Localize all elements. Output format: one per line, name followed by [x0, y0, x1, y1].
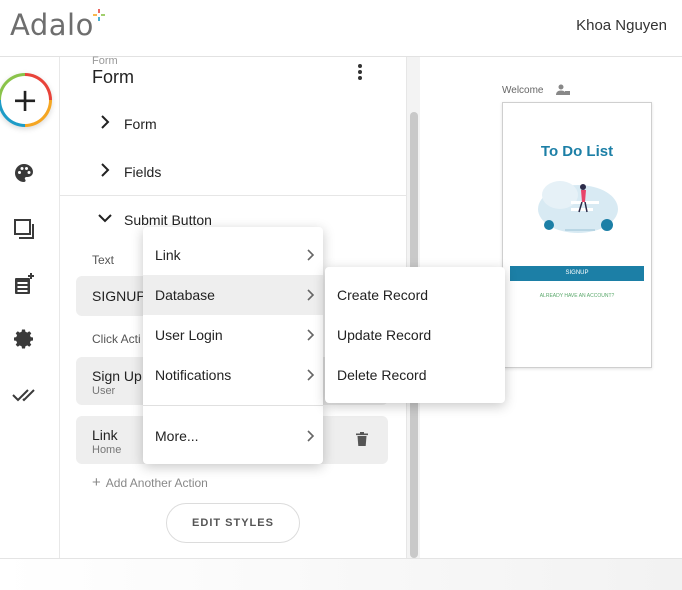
divider: [60, 195, 406, 196]
menu-item-label: Link: [155, 247, 181, 263]
database-icon[interactable]: [12, 272, 36, 296]
add-another-action-button[interactable]: + Add Another Action: [92, 474, 208, 491]
add-component-button[interactable]: +: [0, 73, 52, 127]
menu-item-label: Update Record: [337, 327, 432, 343]
menu-item-user-login[interactable]: User Login: [143, 315, 323, 355]
plus-icon: +: [11, 81, 39, 119]
action-subtitle: Home: [92, 444, 122, 456]
user-name[interactable]: Khoa Nguyen: [576, 17, 667, 34]
click-actions-label: Click Acti: [92, 332, 141, 346]
menu-item-create-record[interactable]: Create Record: [325, 275, 505, 315]
phone-already-link[interactable]: ALREADY HAVE AN ACCOUNT?: [503, 293, 651, 299]
menu-item-more[interactable]: More...: [143, 416, 323, 456]
chevron-right-icon: [307, 369, 315, 381]
top-bar: Adalo Khoa Nguyen: [0, 0, 682, 57]
chevron-right-icon: [307, 289, 315, 301]
menu-item-label: More...: [155, 428, 199, 444]
plus-icon: +: [92, 474, 101, 491]
section-form[interactable]: Form: [60, 101, 406, 147]
bottom-strip: [0, 558, 682, 590]
menu-item-link[interactable]: Link: [143, 235, 323, 275]
section-label: Fields: [124, 164, 162, 180]
menu-item-database[interactable]: Database: [143, 275, 323, 315]
menu-item-label: Notifications: [155, 367, 232, 383]
action-subtitle: User: [92, 385, 116, 397]
phone-title: To Do List: [540, 143, 614, 160]
database-submenu: Create Record Update Record Delete Recor…: [325, 267, 505, 403]
screens-icon[interactable]: [12, 217, 36, 241]
user-lock-icon: [556, 84, 570, 95]
trash-icon[interactable]: [356, 432, 368, 446]
screen-preview-welcome[interactable]: To Do List SIGNUP ALREADY HAVE AN ACCOUN…: [502, 102, 652, 368]
double-check-icon[interactable]: [12, 383, 36, 407]
section-label: Submit Button: [124, 212, 212, 228]
menu-divider: [143, 405, 323, 406]
chevron-right-icon: [307, 249, 315, 261]
menu-item-label: Create Record: [337, 287, 429, 303]
menu-item-label: Delete Record: [337, 367, 427, 383]
chevron-right-icon: [101, 163, 110, 177]
menu-item-update-record[interactable]: Update Record: [325, 315, 505, 355]
chevron-right-icon: [307, 430, 315, 442]
palette-icon[interactable]: [12, 161, 36, 185]
text-field-label: Text: [92, 253, 115, 267]
more-options-icon[interactable]: [356, 62, 364, 80]
add-action-label: Add Another Action: [105, 476, 208, 490]
phone-signup-button[interactable]: SIGNUP: [510, 266, 644, 281]
logo-spark-icon: [93, 9, 105, 21]
menu-item-label: User Login: [155, 327, 223, 343]
breadcrumb: Form: [92, 55, 118, 67]
button-text-value: SIGNUP: [92, 288, 146, 304]
menu-item-delete-record[interactable]: Delete Record: [325, 355, 505, 395]
chevron-down-icon: [98, 214, 112, 223]
panel-title: Form: [92, 67, 134, 87]
chevron-right-icon: [101, 115, 110, 129]
menu-item-notifications[interactable]: Notifications: [143, 355, 323, 395]
action-type-menu: Link Database User Login Notifications M…: [143, 227, 323, 464]
menu-item-label: Database: [155, 287, 215, 303]
action-title: Link: [92, 427, 118, 443]
edit-styles-button[interactable]: EDIT STYLES: [166, 503, 300, 543]
gear-icon[interactable]: [12, 327, 36, 351]
screen-name[interactable]: Welcome: [502, 85, 544, 96]
section-fields[interactable]: Fields: [60, 149, 406, 195]
illustration-image: [538, 181, 618, 233]
chevron-right-icon: [307, 329, 315, 341]
section-label: Form: [124, 116, 157, 132]
app-logo[interactable]: Adalo: [10, 8, 94, 42]
left-rail: +: [0, 57, 60, 558]
action-title: Sign Up: [92, 368, 142, 384]
